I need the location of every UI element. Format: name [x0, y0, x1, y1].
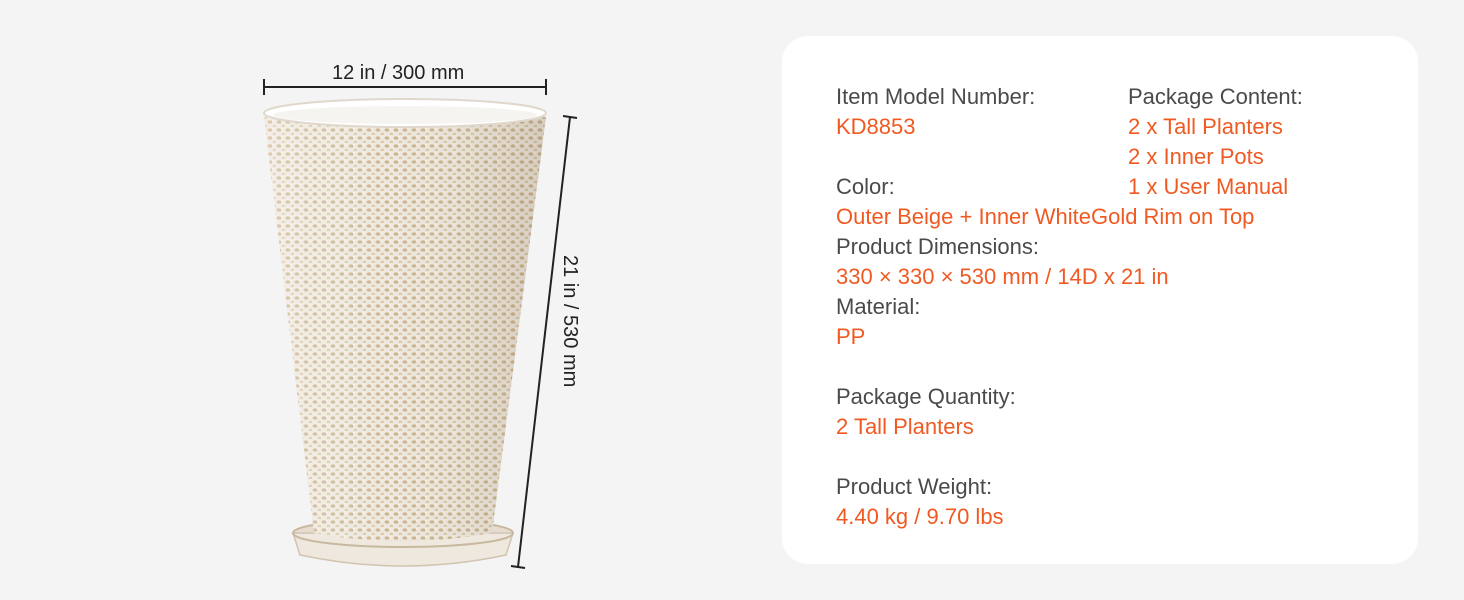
spec-package-content-label: Package Content: [1128, 84, 1303, 109]
spec-model: Item Model Number: KD8853 [836, 82, 1035, 142]
spec-color-label: Color: [836, 174, 895, 199]
product-specs-banner: 12 in / 300 mm 21 in / 530 mm Item Model… [0, 0, 1464, 600]
spec-color-value: Outer Beige + Inner WhiteGold Rim on Top [836, 204, 1255, 229]
spec-weight-label: Product Weight: [836, 474, 993, 499]
height-dimension-label: 21 in / 530 mm [559, 255, 581, 388]
spec-dimensions-value: 330 × 330 × 530 mm / 14D x 21 in [836, 264, 1169, 289]
spec-quantity-value: 2 Tall Planters [836, 414, 974, 439]
spec-quantity-label: Package Quantity: [836, 384, 1016, 409]
spec-model-value: KD8853 [836, 114, 916, 139]
spec-dimensions: Product Dimensions: 330 × 330 × 530 mm /… [836, 232, 1169, 292]
spec-weight: Product Weight: 4.40 kg / 9.70 lbs [836, 472, 1004, 532]
planter-body [263, 98, 547, 541]
spec-card: Item Model Number: KD8853 Package Conten… [782, 36, 1418, 564]
spec-quantity: Package Quantity: 2 Tall Planters [836, 382, 1016, 442]
package-content-item: 2 x Inner Pots [1128, 144, 1264, 169]
spec-color: Color: Outer Beige + Inner WhiteGold Rim… [836, 172, 1254, 232]
package-content-item: 2 x Tall Planters [1128, 114, 1283, 139]
width-dimension-label: 12 in / 300 mm [332, 62, 465, 84]
spec-weight-value: 4.40 kg / 9.70 lbs [836, 504, 1004, 529]
spec-model-label: Item Model Number: [836, 84, 1036, 109]
spec-material-label: Material: [836, 294, 921, 319]
spec-material-value: PP [836, 324, 866, 349]
spec-dimensions-label: Product Dimensions: [836, 234, 1039, 259]
tall-textured-planter-icon [263, 79, 578, 569]
product-illustration: 12 in / 300 mm 21 in / 530 mm [240, 55, 600, 575]
spec-material: Material: PP [836, 292, 920, 352]
